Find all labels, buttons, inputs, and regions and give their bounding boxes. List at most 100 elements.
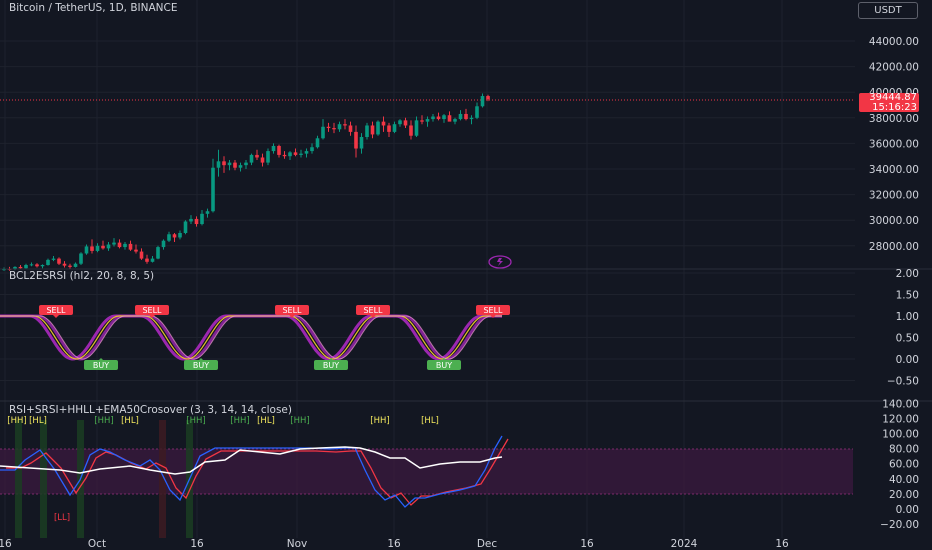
price-tick-label: 28000.00 [869,241,919,253]
time-tick-label: 16 [387,538,401,550]
hhll-tag: [HH] [7,416,26,426]
hhll-tag: [HL] [121,416,139,426]
candle [354,125,358,158]
candle [458,110,463,121]
candle [29,262,34,267]
candle [90,239,94,254]
candle [315,135,320,149]
candle [145,254,149,264]
rsi-tick-label: 100.00 [882,429,919,441]
rsi-tick-label: 60.00 [889,459,919,471]
rsi-axis[interactable]: 140.00 120.00 100.00 80.00 60.00 40.00 20.00 0.… [880,398,919,531]
candle [420,115,424,125]
candle [249,153,254,166]
hhll-tag: [HH] [370,416,389,426]
candle [266,148,270,166]
sell-text: SELL [142,306,162,315]
oscillator-tick-label: 0.00 [896,354,919,366]
candle [123,241,127,250]
candle [348,121,353,136]
price-tick-label: 38000.00 [869,113,919,125]
price-tick-label: 30000.00 [869,215,919,227]
candle [475,102,479,120]
buy-signal-label: BUY [84,358,118,370]
candle [260,153,265,167]
candle [365,122,369,140]
candle [321,119,325,140]
candle [304,148,309,158]
buy-text: BUY [193,361,209,370]
candle [51,256,56,262]
countdown-timer: 15:16:23 [872,101,917,113]
candle [447,111,452,122]
lightning-icon[interactable] [488,255,512,269]
candle [79,252,83,265]
currency-button[interactable]: USDT [858,2,918,19]
candle [431,113,435,122]
candle [112,238,116,247]
candle [376,120,380,136]
price-tick-label: 34000.00 [869,164,919,176]
time-axis[interactable]: 16 Oct 16 Nov 16 Dec 16 2024 16 [0,538,789,550]
hhll-tag: [HL] [421,416,439,426]
candle [480,93,485,108]
candle [271,143,276,154]
hhll-tag: [HH] [290,416,309,426]
oscillator-axis[interactable]: 2.00 1.50 1.00 0.50 0.00 −0.50 [887,268,919,388]
signal-column [40,420,47,538]
candle [332,122,336,134]
hhll-tag: [HH] [230,416,249,426]
candle [310,143,314,154]
rsi-tick-label: 0.00 [896,504,919,516]
candle [18,265,23,269]
candle [288,151,292,161]
oscillator-tick-label: 0.50 [896,333,919,345]
candle [35,263,39,268]
rsi-tick-label: 40.00 [889,474,919,486]
oscillator-tick-label: 2.00 [896,268,919,280]
symbol-title[interactable]: Bitcoin / TetherUS, 1D, BINANCE [9,2,177,14]
time-tick-label: Dec [477,538,498,550]
rsi-title[interactable]: RSI+SRSI+HHLL+EMA50Crosover (3, 3, 14, 1… [9,404,292,416]
candle [370,121,375,139]
candle [62,261,67,268]
candle [150,256,155,263]
candle [409,120,413,140]
candle [398,119,402,127]
hhll-tag: [HH] [94,416,113,426]
price-tick-label: 36000.00 [869,138,919,150]
candle [381,116,386,132]
candle [436,112,441,121]
price-tick-label: 44000.00 [869,36,919,48]
signal-column [15,420,22,538]
candles-series [2,93,490,271]
candle [156,245,160,260]
candle [161,239,166,250]
candle [282,151,287,159]
candle [106,241,111,251]
time-tick-label: 16 [190,538,204,550]
sell-text: SELL [46,306,66,315]
candle [464,108,468,121]
oscillator-tick-label: 1.50 [896,290,919,302]
candle [453,117,457,125]
candle [442,113,446,123]
oscillator-title[interactable]: BCL2ESRSI (hl2, 20, 8, 8, 5) [9,270,154,282]
price-axis[interactable]: 44000.0042000.0040000.0038000.0036000.00… [869,36,919,253]
price-tick-label: 42000.00 [869,62,919,74]
candle [183,220,188,235]
candle [238,162,243,172]
candle [277,144,281,158]
candle [95,243,100,253]
candle [194,216,199,227]
rsi-tick-label: 80.00 [889,444,919,456]
buy-signal-label: BUY [427,358,461,370]
rsi-tick-label: 20.00 [889,489,919,501]
candle [167,231,171,242]
candle [40,264,45,269]
time-tick-label: 16 [580,538,594,550]
candle [469,115,474,125]
candle [359,133,364,154]
sell-text: SELL [363,306,383,315]
candle [200,209,204,226]
